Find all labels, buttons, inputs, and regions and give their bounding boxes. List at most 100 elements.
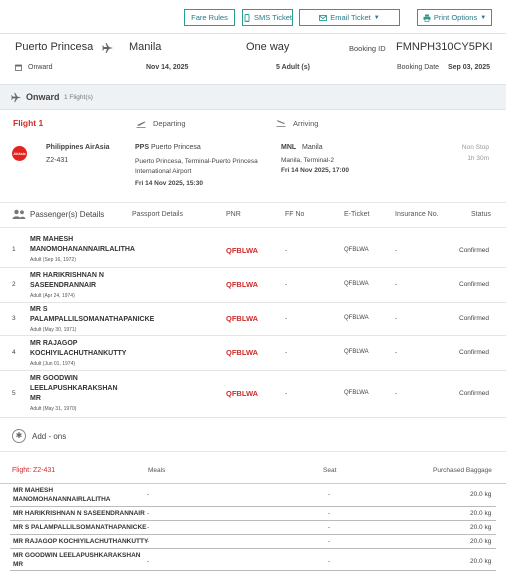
eticket-value: QFBLWA: [344, 390, 369, 396]
eticket-value: QFBLWA: [344, 315, 369, 321]
add-circle-icon: ✱: [12, 429, 26, 443]
ff-value: -: [285, 390, 288, 397]
ff-value: -: [285, 281, 288, 288]
print-icon: [423, 14, 431, 22]
takeoff-icon: [136, 121, 146, 128]
duration: 1h 30m: [467, 155, 489, 162]
status-value: Confirmed: [459, 390, 489, 397]
row-number: 1: [12, 246, 16, 253]
baggage-row: MR MAHESH MANOMOHANANNAIRLALITHA - - 20.…: [10, 484, 496, 507]
print-options-button[interactable]: Print Options ▼: [417, 9, 492, 26]
dep-time: Fri 14 Nov 2025, 15:30: [135, 180, 203, 187]
flight-number: Z2-431: [46, 157, 69, 164]
flight-details: Flight 1 Departing Arriving AirAsia Phil…: [0, 110, 506, 202]
arr-terminal: Manila, Terminal-2: [281, 157, 334, 164]
passenger-sub: Adult (Jun 01, 1974): [30, 361, 76, 367]
email-icon: [319, 14, 328, 21]
seat-value: -: [328, 558, 331, 565]
status-value: Confirmed: [459, 247, 489, 254]
passenger-name: MR HARIKRISHNAN N SASEENDRANNAIR Adult (…: [30, 271, 130, 301]
row-number: 5: [12, 390, 16, 397]
ff-value: -: [285, 315, 288, 322]
passenger-name: MR GOODWIN LEELAPUSHKARAKSHAN MR Adult (…: [30, 374, 130, 414]
booking-id: FMNPH310CY5PKI: [396, 41, 493, 53]
insurance-value: -: [395, 315, 398, 322]
table-row: 3 MR S PALAMPALLILSOMANATHAPANICKE Adult…: [0, 303, 506, 336]
flight-count: 1 Flight(s): [64, 94, 93, 101]
passenger-sub: Adult (May 31, 1970): [30, 406, 77, 412]
meals-value: -: [147, 558, 150, 565]
header-status: Status: [471, 211, 491, 218]
sms-ticket-button[interactable]: SMS Ticket: [242, 9, 293, 26]
baggage-value: 20.0 kg: [470, 538, 492, 545]
airline-name: Philippines AirAsia: [46, 144, 110, 151]
plane-icon: [11, 92, 22, 103]
meals-value: -: [147, 524, 150, 531]
email-ticket-label: Email Ticket: [330, 13, 371, 22]
row-number: 4: [12, 349, 16, 356]
email-ticket-button[interactable]: Email Ticket ▼: [299, 9, 400, 26]
header-details: Passenger(s) Details: [30, 210, 105, 219]
pnr-value: QFBLWA: [226, 389, 259, 398]
seat-value: -: [328, 491, 331, 498]
baggage-passenger-name: MR HARIKRISHNAN N SASEENDRANNAIR: [13, 510, 145, 517]
star-icon: ✱: [15, 431, 23, 440]
header-insurance: Insurance No.: [395, 211, 439, 218]
baggage-row: MR HARIKRISHNAN N SASEENDRANNAIR - - 20.…: [10, 507, 496, 521]
ff-value: -: [285, 247, 288, 254]
header-ff: FF No: [285, 211, 305, 218]
baggage-value: 20.0 kg: [470, 524, 492, 531]
meals-label: Meals: [148, 467, 166, 474]
row-number: 2: [12, 281, 16, 288]
status-value: Confirmed: [459, 315, 489, 322]
booking-date-label: Booking Date: [397, 64, 440, 71]
fare-rules-label: Fare Rules: [191, 13, 228, 22]
baggage-value: 20.0 kg: [470, 510, 492, 517]
purchased-baggage-label: Purchased Baggage: [433, 467, 492, 474]
passenger-name: MR S PALAMPALLILSOMANATHAPANICKE Adult (…: [30, 305, 170, 335]
passenger-name: MR RAJAGOP KOCHIYILACHUTHANKUTTY Adult (…: [30, 339, 140, 369]
passenger-sub: Adult (May 30, 1971): [30, 327, 77, 333]
arr-time: Fri 14 Nov 2025, 17:00: [281, 167, 349, 174]
baggage-passenger-name: MR RAJAGOP KOCHIYILACHUTHANKUTTY: [13, 538, 149, 545]
eticket-value: QFBLWA: [344, 349, 369, 355]
booking-date: Sep 03, 2025: [448, 64, 491, 71]
passenger-name-text: MR RAJAGOP KOCHIYILACHUTHANKUTTY: [30, 340, 127, 357]
calendar-icon: [15, 64, 22, 71]
sms-ticket-label: SMS Ticket: [254, 13, 292, 22]
pnr-value: QFBLWA: [226, 348, 259, 357]
table-row: 1 MR MAHESH MANOMOHANANNAIRLALITHA Adult…: [0, 228, 506, 268]
seat-label: Seat: [323, 467, 337, 474]
meals-value: -: [147, 491, 150, 498]
status-value: Confirmed: [459, 281, 489, 288]
pnr-value: QFBLWA: [226, 314, 259, 323]
insurance-value: -: [395, 390, 398, 397]
landing-icon: [276, 120, 286, 127]
arriving-label: Arriving: [293, 119, 319, 128]
baggage-row: MR GOODWIN LEELAPUSHKARAKSHAN MR - - 20.…: [10, 549, 496, 571]
stops: Non Stop: [461, 144, 489, 151]
baggage-passenger-name: MR MAHESH MANOMOHANANNAIRLALITHA: [13, 487, 111, 503]
fare-rules-button[interactable]: Fare Rules: [184, 9, 235, 26]
arr-city: Manila: [302, 144, 323, 151]
baggage-passenger-name: MR S PALAMPALLILSOMANATHAPANICKE: [13, 524, 147, 531]
header-pnr: PNR: [226, 211, 241, 218]
departing-label: Departing: [153, 119, 186, 128]
airline-logo-text: AirAsia: [13, 151, 26, 156]
row-number: 3: [12, 315, 16, 322]
trip-type: One way: [246, 41, 290, 53]
header-passport: Passport Details: [132, 211, 183, 218]
flight-title: Flight 1: [13, 118, 44, 128]
baggage-value: 20.0 kg: [470, 491, 492, 498]
baggage-header: Flight: Z2-431 Meals Seat Purchased Bagg…: [0, 462, 506, 484]
dep-city: Puerto Princesa: [151, 144, 201, 151]
addons-section[interactable]: ✱ Add - ons: [0, 422, 506, 452]
insurance-value: -: [395, 281, 398, 288]
seat-value: -: [328, 538, 331, 545]
onward-title: Onward: [26, 92, 60, 102]
onward-section-bar: Onward 1 Flight(s): [0, 84, 506, 110]
plane-icon: [102, 43, 113, 53]
chevron-down-icon: ▼: [480, 14, 487, 21]
header-eticket: E-Ticket: [344, 211, 370, 218]
seat-value: -: [328, 524, 331, 531]
